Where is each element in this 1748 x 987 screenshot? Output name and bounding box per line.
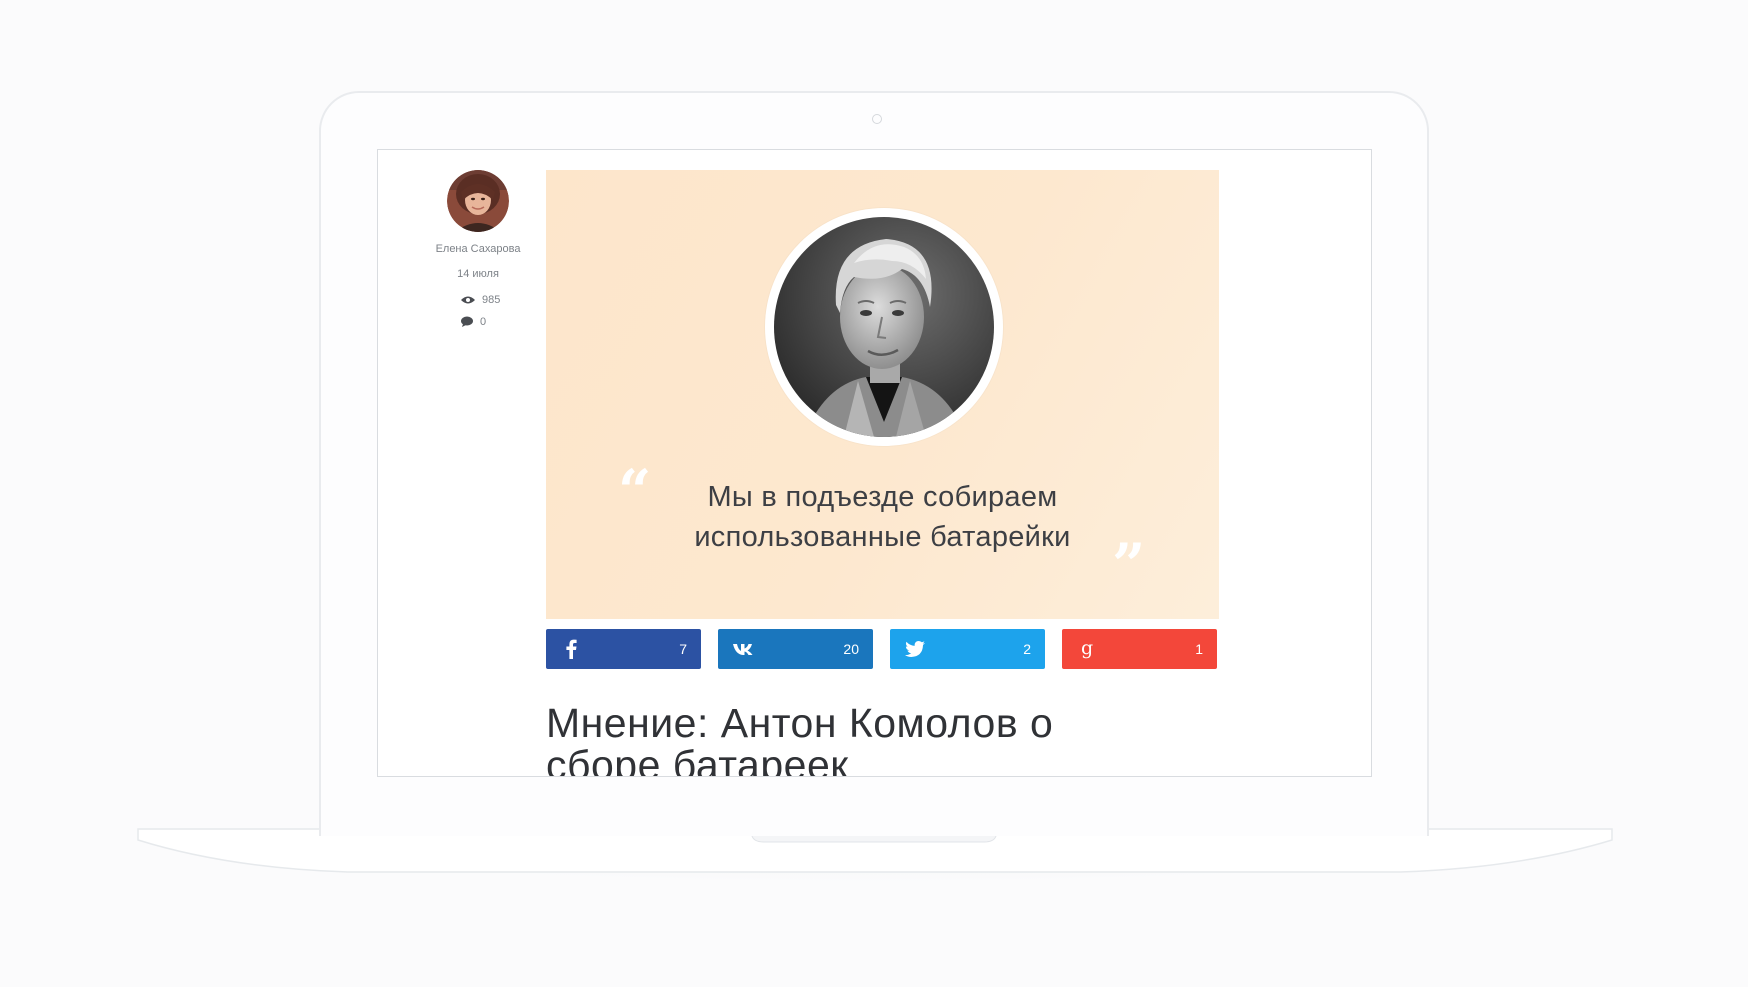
portrait-frame xyxy=(765,208,1003,446)
quote-line-2: использованные батарейки xyxy=(694,521,1071,553)
portrait-photo xyxy=(774,217,994,437)
laptop-mockup: Елена Сахарова 14 июля 985 0 “ Мы в подъ… xyxy=(0,0,1748,987)
author-name[interactable]: Елена Сахарова xyxy=(398,243,558,255)
share-twitter-button[interactable]: 2 xyxy=(890,629,1045,669)
author-avatar[interactable] xyxy=(447,170,509,232)
views-count: 985 xyxy=(482,294,501,306)
vk-count: 20 xyxy=(843,641,859,657)
hero-quote-card: “ Мы в подъезде собираем использованные … xyxy=(546,170,1219,619)
views-stat: 985 xyxy=(460,294,500,306)
facebook-count: 7 xyxy=(679,641,687,657)
comment-icon xyxy=(461,316,473,327)
twitter-icon xyxy=(904,639,926,659)
laptop-screen: Елена Сахарова 14 июля 985 0 “ Мы в подъ… xyxy=(377,149,1372,777)
webcam-icon xyxy=(872,114,882,124)
quote-line-1: Мы в подъезде собираем xyxy=(707,481,1058,513)
facebook-icon xyxy=(560,639,582,659)
article-title-line-1: Мнение: Антон Комолов о xyxy=(546,700,1054,746)
share-facebook-button[interactable]: 7 xyxy=(546,629,701,669)
quote-close-icon: ” xyxy=(1112,531,1146,599)
article-title-line-2: сборе батареек xyxy=(546,742,849,777)
comments-stat: 0 xyxy=(460,316,486,328)
svg-text:g: g xyxy=(1081,639,1093,659)
comments-count: 0 xyxy=(480,316,487,328)
person-photo-icon xyxy=(774,217,994,437)
quote-text: Мы в подъезде собираем использованные ба… xyxy=(626,477,1139,557)
eye-icon xyxy=(461,296,475,304)
post-date: 14 июля xyxy=(457,268,499,280)
share-vk-button[interactable]: 20 xyxy=(718,629,873,669)
google-plus-icon: g xyxy=(1076,639,1098,659)
article-title[interactable]: Мнение: Антон Комолов о сборе батареек xyxy=(546,700,1166,777)
google-plus-count: 1 xyxy=(1195,641,1203,657)
twitter-count: 2 xyxy=(1023,641,1031,657)
avatar-photo-icon xyxy=(447,170,509,232)
share-google-plus-button[interactable]: g 1 xyxy=(1062,629,1217,669)
vk-icon xyxy=(732,639,754,659)
